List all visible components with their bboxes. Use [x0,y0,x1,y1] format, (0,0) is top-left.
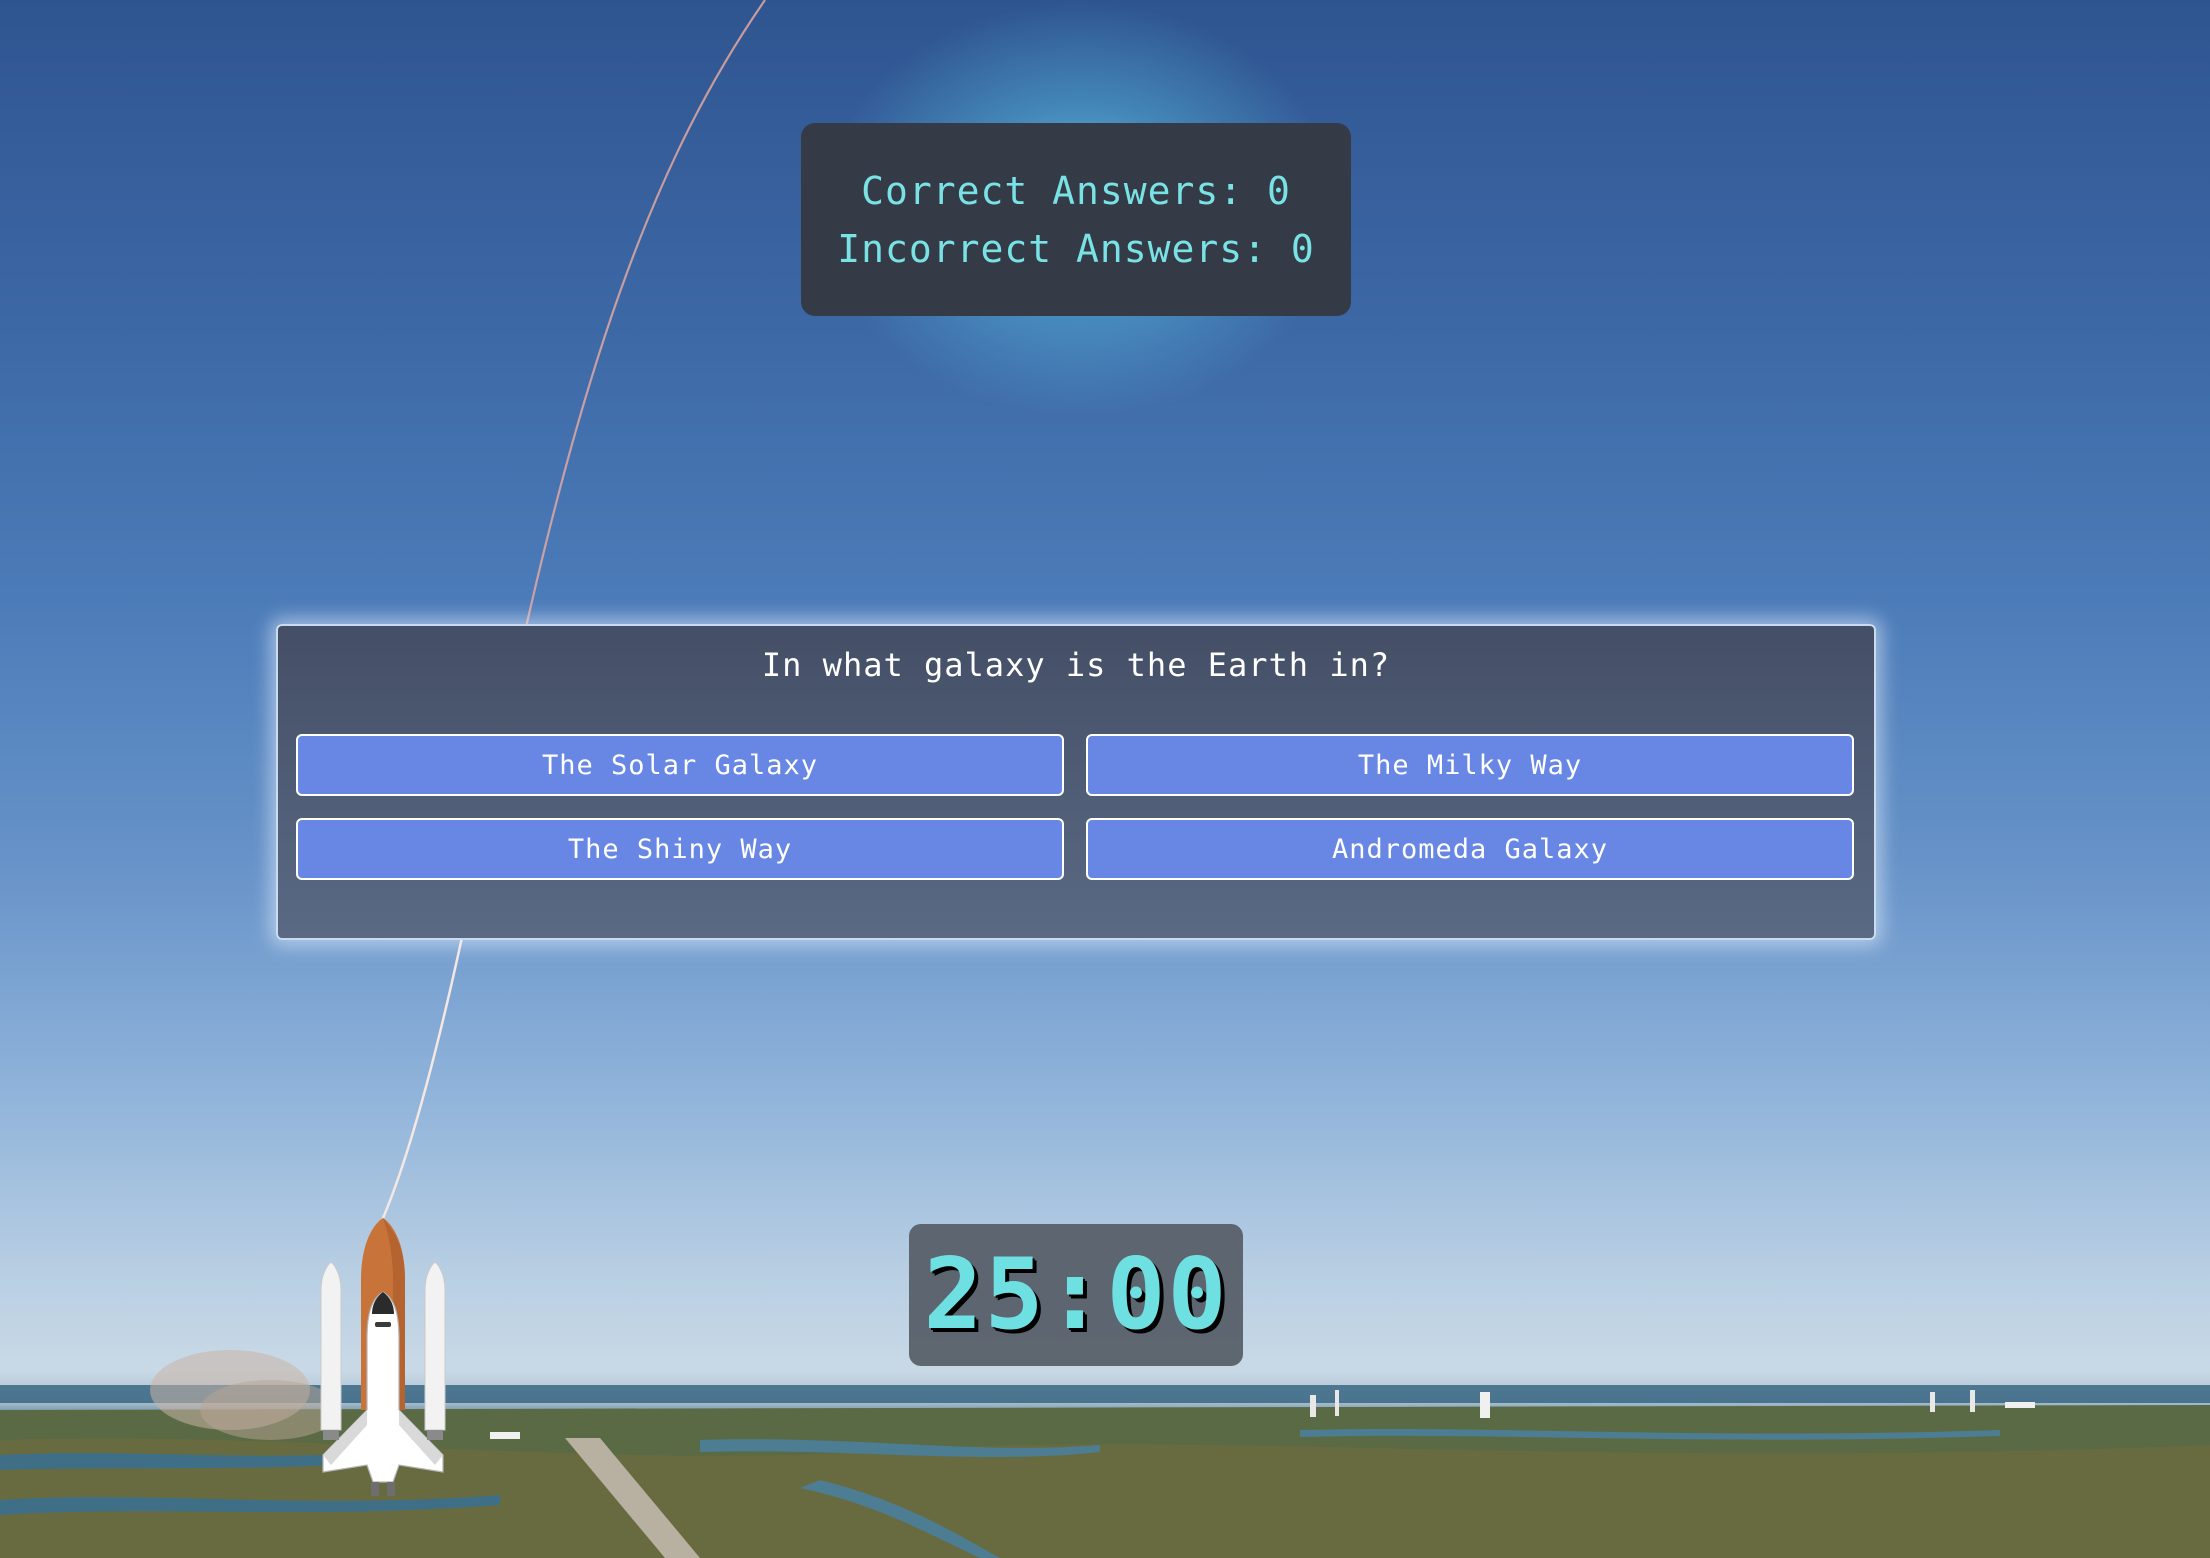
answer-button-3[interactable]: The Shiny Way [296,818,1064,880]
countdown-timer: 25:00 [909,1224,1243,1366]
answer-button-4[interactable]: Andromeda Galaxy [1086,818,1854,880]
incorrect-answers-count: Incorrect Answers: 0 [837,226,1315,271]
quiz-card: In what galaxy is the Earth in? The Sola… [276,624,1876,940]
answer-button-1[interactable]: The Solar Galaxy [296,734,1064,796]
scoreboard: Correct Answers: 0 Incorrect Answers: 0 [801,123,1351,316]
space-shuttle-icon [320,1218,446,1496]
question-text: In what galaxy is the Earth in? [761,646,1391,684]
answer-button-2[interactable]: The Milky Way [1086,734,1854,796]
correct-answers-count: Correct Answers: 0 [861,168,1291,213]
